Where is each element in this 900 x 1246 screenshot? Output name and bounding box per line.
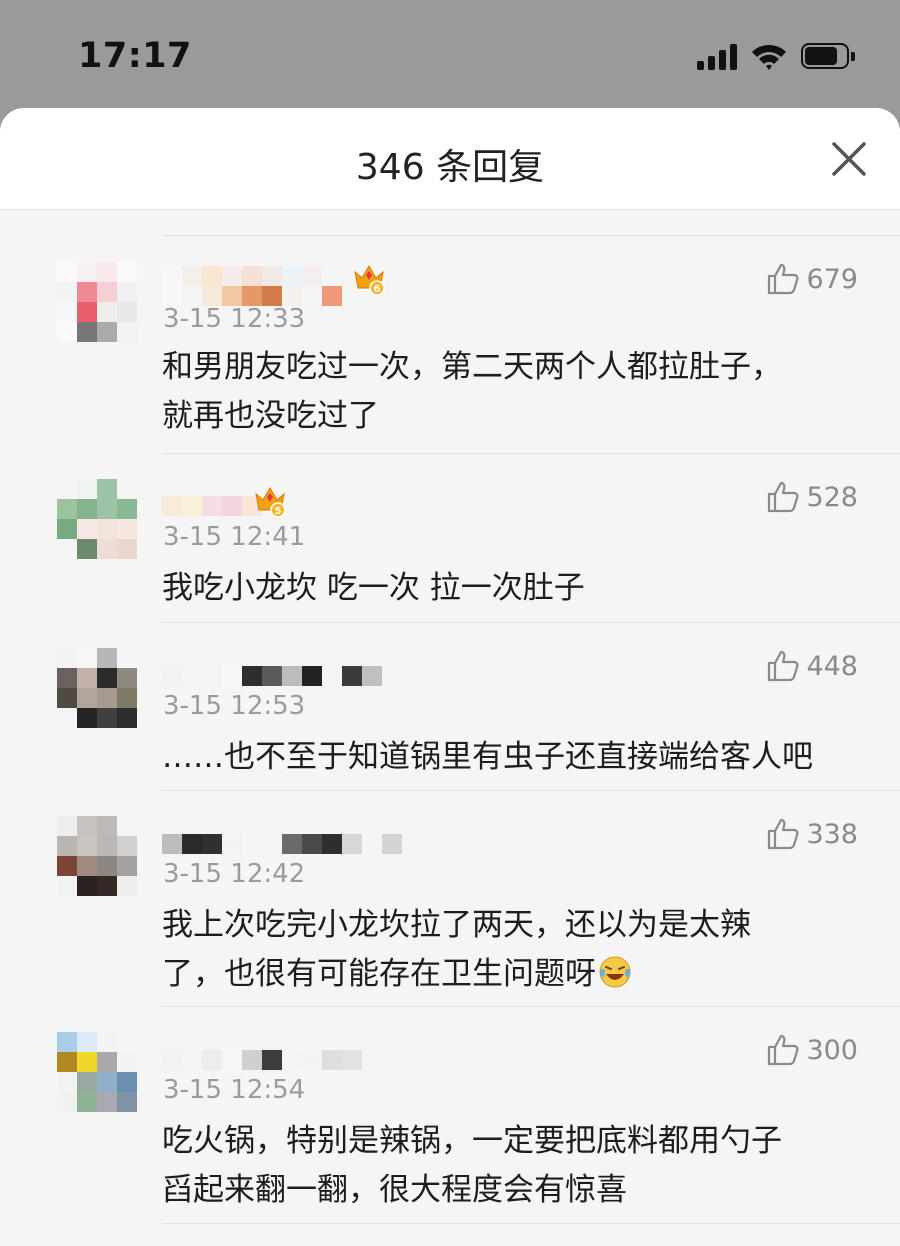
laughing-crying-emoji-icon (599, 956, 631, 988)
comment-text-line: 舀起来翻一翻，很大程度会有惊喜 (162, 1172, 627, 1208)
like-button[interactable]: 300 (766, 1033, 858, 1067)
avatar[interactable] (57, 648, 137, 728)
comment-text: ……也不至于知道锅里有虫子还直接端给客人吧 (162, 733, 862, 782)
comment-item[interactable]: 3-15 12:53 ……也不至于知道锅里有虫子还直接端给客人吧 448 (0, 623, 900, 790)
thumbs-up-icon (768, 263, 799, 295)
comment-item[interactable]: 3-15 12:54 吃火锅，特别是辣锅，一定要把底料都用勺子 舀起来翻一翻，很… (0, 1007, 900, 1223)
battery-icon (801, 43, 857, 71)
comment-timestamp: 3-15 12:42 (163, 859, 306, 889)
comment-timestamp: 3-15 12:54 (163, 1075, 306, 1105)
like-count: 448 (806, 650, 858, 682)
comment-item[interactable]: 3-15 12:42 我上次吃完小龙坎拉了两天，还以为是太辣 了，也很有可能存在… (0, 791, 900, 1006)
close-icon[interactable] (828, 138, 870, 180)
replies-count-title: 346 条回复 (355, 147, 545, 188)
comment-text-line: 吃火锅，特别是辣锅，一定要把底料都用勺子 (162, 1123, 782, 1159)
comment-text: 我吃小龙坎 吃一次 拉一次肚子 (162, 564, 862, 613)
svg-text:6: 6 (374, 284, 381, 295)
avatar[interactable] (57, 479, 137, 559)
like-count: 300 (806, 1034, 858, 1066)
thumbs-up-icon (768, 818, 799, 850)
comment-timestamp: 3-15 12:53 (163, 691, 306, 721)
like-button[interactable]: 448 (766, 649, 858, 683)
username-pixelated[interactable] (162, 1050, 362, 1070)
comment-item[interactable]: 5 3-15 12:41 我吃小龙坎 吃一次 拉一次肚子 528 (0, 454, 900, 622)
comment-text-line: 了，也很有可能存在卫生问题呀 (162, 956, 596, 992)
crown-badge-icon: 6 (354, 265, 385, 296)
comment-text-line-with-emoji: 了，也很有可能存在卫生问题呀 (162, 950, 862, 999)
like-count: 528 (806, 481, 858, 513)
comment-text-line: 我吃小龙坎 吃一次 拉一次肚子 (162, 570, 585, 606)
comment-text-line: ……也不至于知道锅里有虫子还直接端给客人吧 (162, 739, 813, 775)
comment-text: 和男朋友吃过一次，第二天两个人都拉肚子， 就再也没吃过了 (162, 343, 862, 441)
comment-timestamp: 3-15 12:33 (163, 304, 306, 334)
thumbs-up-icon (768, 1034, 799, 1066)
like-count: 338 (806, 818, 858, 850)
sheet-header: 346 条回复 (0, 108, 900, 210)
comment-text: 吃火锅，特别是辣锅，一定要把底料都用勺子 舀起来翻一翻，很大程度会有惊喜 (162, 1117, 862, 1215)
username-pixelated-lower (162, 286, 342, 306)
comment-text-line: 我上次吃完小龙坎拉了两天，还以为是太辣 (162, 907, 751, 943)
like-button[interactable]: 528 (766, 480, 858, 514)
comment-item[interactable]: 6 3-15 12:33 和男朋友吃过一次，第二天两个人都拉肚子， 就再也没吃过… (0, 236, 900, 453)
username-pixelated[interactable] (162, 266, 342, 286)
crown-badge-icon: 5 (255, 487, 286, 518)
username-pixelated[interactable] (162, 666, 382, 686)
cellular-signal-icon (697, 44, 739, 70)
status-bar: 17:17 (0, 0, 900, 108)
svg-text:5: 5 (275, 506, 282, 517)
like-button[interactable]: 338 (766, 817, 858, 851)
avatar[interactable] (57, 816, 137, 896)
comment-text-line: 和男朋友吃过一次，第二天两个人都拉肚子， (162, 349, 782, 385)
comment-text-line: 就再也没吃过了 (162, 398, 379, 434)
like-button[interactable]: 679 (766, 262, 858, 296)
wifi-icon (752, 44, 786, 70)
avatar[interactable] (57, 262, 137, 342)
avatar[interactable] (57, 1032, 137, 1112)
status-time: 17:17 (78, 36, 192, 76)
thumbs-up-icon (768, 650, 799, 682)
comment-text: 我上次吃完小龙坎拉了两天，还以为是太辣 了，也很有可能存在卫生问题呀 (162, 901, 862, 999)
comment-timestamp: 3-15 12:41 (163, 522, 306, 552)
username-pixelated[interactable] (162, 834, 402, 854)
replies-sheet: 346 条回复 6 3-15 12:33 和男朋友吃过一次，第二天两个人都拉肚子… (0, 108, 900, 1246)
thumbs-up-icon (768, 481, 799, 513)
divider (162, 1223, 900, 1224)
username-pixelated[interactable] (162, 496, 262, 516)
like-count: 679 (806, 263, 858, 295)
